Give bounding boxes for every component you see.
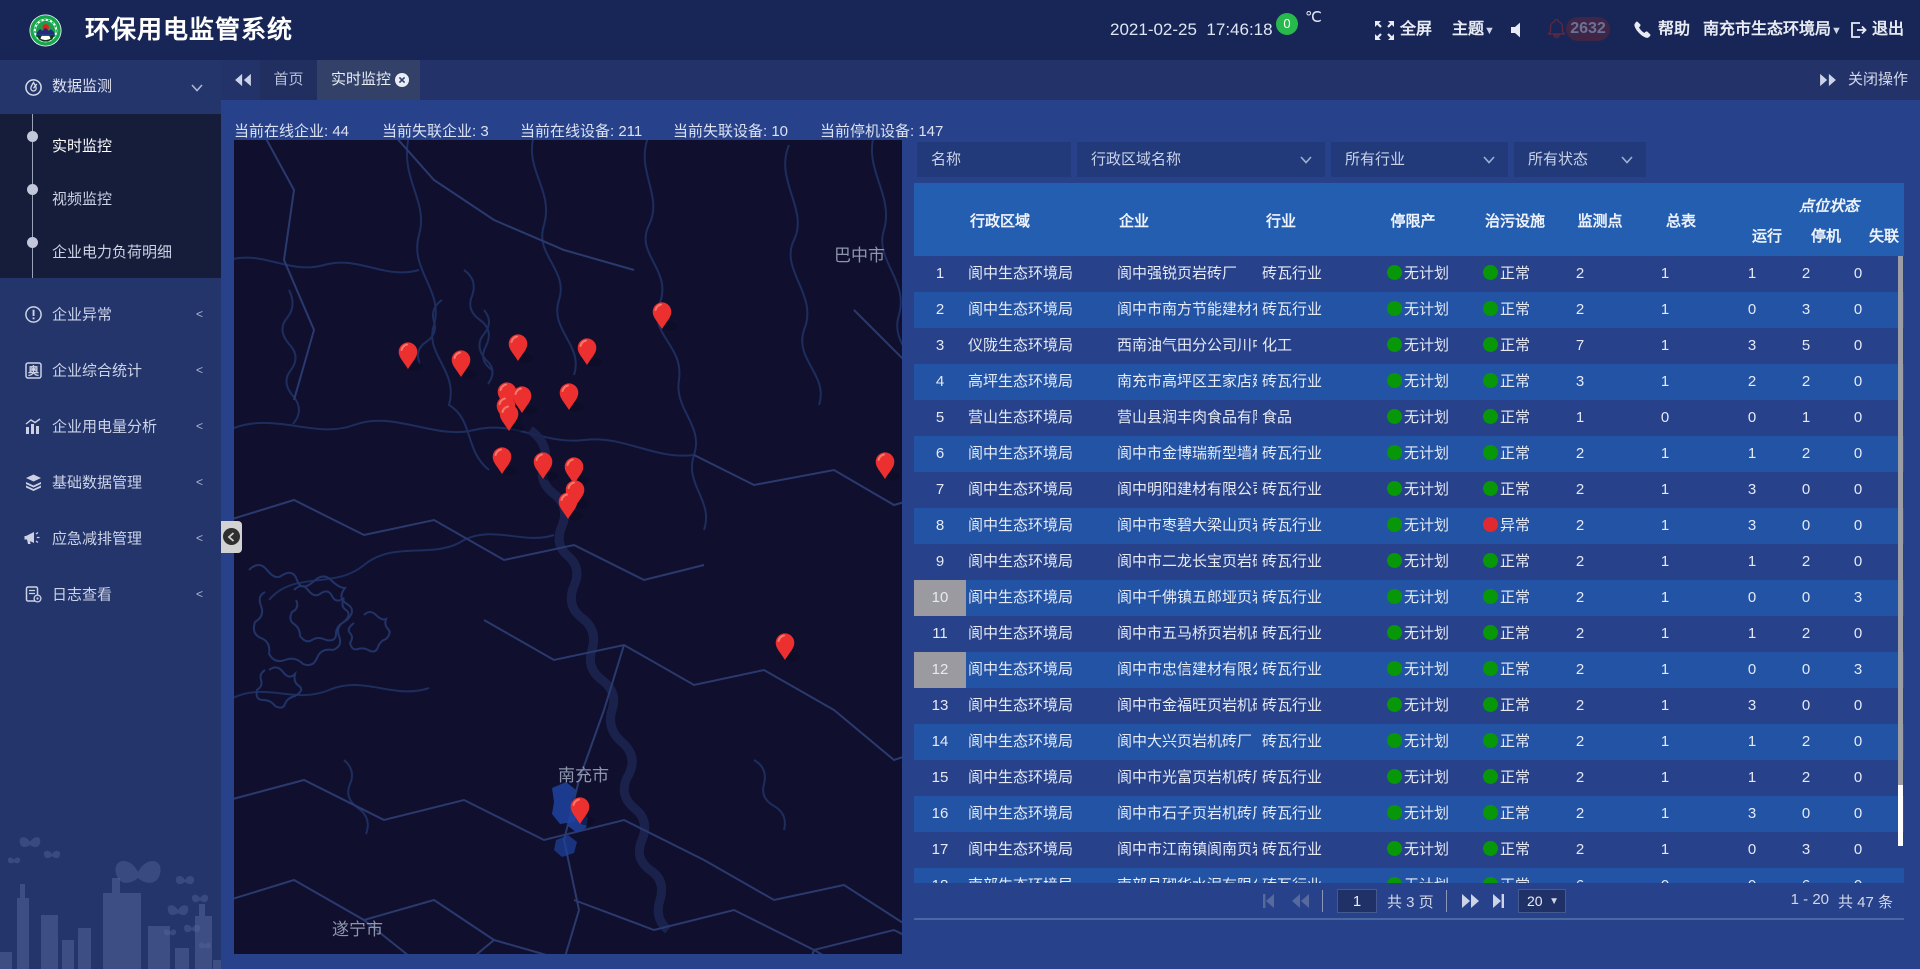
- svg-text:南充市: 南充市: [558, 766, 609, 785]
- svg-text:奥: 奥: [27, 364, 40, 378]
- svg-text:巴中市: 巴中市: [834, 246, 885, 265]
- svg-text:遂宁市: 遂宁市: [332, 920, 383, 939]
